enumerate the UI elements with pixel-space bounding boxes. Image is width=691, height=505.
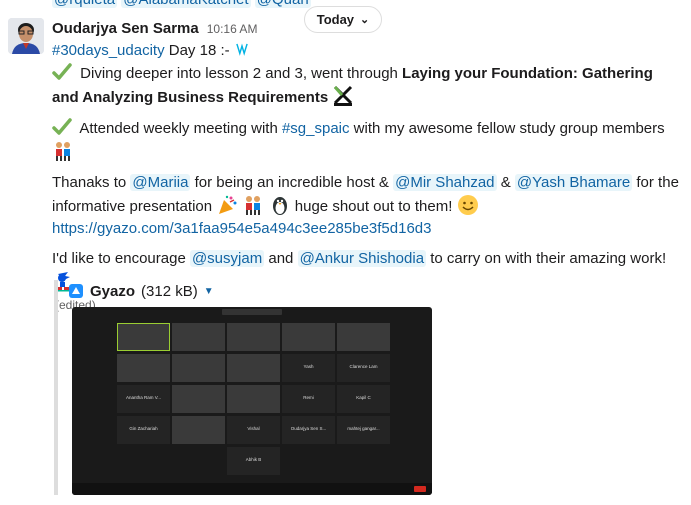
message-header: Oudarjya Sen Sarma 10:16 AM bbox=[52, 18, 682, 40]
gyazo-link[interactable]: https://gyazo.com/3a1faa954e5a494c3ee285… bbox=[52, 220, 431, 237]
video-tile bbox=[172, 354, 225, 382]
message-text: to carry on with their amazing work! bbox=[426, 250, 667, 267]
message-text: Attended weekly meeting with bbox=[76, 120, 282, 137]
end-meeting-button bbox=[414, 486, 426, 492]
video-tile bbox=[227, 354, 280, 382]
nanodegree-x-icon bbox=[332, 85, 355, 107]
message-line: Thanaks to @Mariia for being an incredib… bbox=[52, 172, 682, 240]
message-text: with my awesome fellow study group membe… bbox=[349, 120, 665, 137]
attachment-name[interactable]: Gyazo bbox=[90, 283, 135, 300]
message-text: Diving deeper into lesson 2 and 3, went … bbox=[76, 65, 403, 82]
mention[interactable]: @Yash Bhamare bbox=[514, 174, 633, 191]
participant-tile: Anantha Ram V... bbox=[117, 385, 170, 413]
smiling-face-icon bbox=[457, 195, 478, 215]
participant-tile: Oudarjya Sen S... bbox=[282, 416, 335, 444]
attachment-size: (312 kB) bbox=[141, 282, 198, 300]
timestamp[interactable]: 10:16 AM bbox=[207, 18, 258, 40]
attachment-image[interactable]: Yash Clarence Lam Anantha Ram V... Remi … bbox=[72, 307, 432, 495]
message-text: huge shout out to them! bbox=[290, 198, 457, 215]
previous-message-fragment: @rquieta @AlabamaKatchet @Quan bbox=[52, 0, 311, 8]
attachment-header[interactable]: Gyazo (312 kB) ▼ bbox=[68, 280, 434, 302]
video-tile bbox=[172, 416, 225, 444]
message-text: Day 18 :- bbox=[164, 42, 234, 59]
participant-tile: Yash bbox=[282, 354, 335, 382]
mention[interactable]: @Ankur Shishodia bbox=[297, 250, 427, 267]
zoom-toolbar bbox=[72, 483, 432, 495]
mention[interactable]: @Quan bbox=[254, 0, 311, 8]
check-mark-icon bbox=[52, 118, 72, 135]
avatar[interactable] bbox=[8, 18, 44, 54]
video-tile bbox=[117, 323, 170, 351]
video-tile bbox=[172, 323, 225, 351]
message-text: I'd like to encourage bbox=[52, 250, 190, 267]
participant-tile: Gin Zachariah bbox=[117, 416, 170, 444]
message-text: and bbox=[264, 250, 298, 267]
people-icon bbox=[56, 142, 70, 161]
message-line: Attended weekly meeting with #sg_spaic w… bbox=[52, 117, 682, 164]
gyazo-icon bbox=[69, 284, 83, 298]
sender-name[interactable]: Oudarjya Sen Sarma bbox=[52, 18, 199, 40]
mention[interactable]: @AlabamaKatchet bbox=[121, 0, 251, 8]
mention[interactable]: @Mir Shahzad bbox=[393, 174, 497, 191]
participant-tile: mahtej gangar... bbox=[337, 416, 390, 444]
message-text: for being an incredible host & bbox=[190, 174, 394, 191]
video-tile bbox=[227, 323, 280, 351]
participant-tile: Remi bbox=[282, 385, 335, 413]
video-tile bbox=[337, 323, 390, 351]
video-tile bbox=[282, 323, 335, 351]
message-line: #30days_udacity Day 18 :- bbox=[52, 40, 682, 62]
message-text: & bbox=[496, 174, 515, 191]
participant-tile: Vishal bbox=[227, 416, 280, 444]
message-line: Diving deeper into lesson 2 and 3, went … bbox=[52, 62, 682, 109]
zoom-title-bar bbox=[222, 309, 282, 315]
mention[interactable]: @susyjam bbox=[189, 250, 265, 267]
participant-tile: Kapil C bbox=[337, 385, 390, 413]
video-tile bbox=[172, 385, 225, 413]
message: Oudarjya Sen Sarma 10:16 AM #30days_udac… bbox=[52, 18, 682, 316]
party-popper-icon bbox=[219, 195, 237, 214]
mention[interactable]: @rquieta bbox=[52, 0, 118, 8]
participant-tile: Clarence Lam bbox=[337, 354, 390, 382]
hashtag-link[interactable]: #sg_spaic bbox=[282, 120, 350, 137]
video-tile bbox=[117, 354, 170, 382]
caret-down-icon[interactable]: ▼ bbox=[204, 286, 214, 297]
hashtag-link[interactable]: #30days_udacity bbox=[52, 42, 165, 59]
message-text: Thanaks to bbox=[52, 174, 131, 191]
penguin-icon bbox=[272, 197, 287, 215]
attachment: Gyazo (312 kB) ▼ Yash Clarence Lam Anant… bbox=[54, 280, 434, 495]
people-icon bbox=[246, 196, 261, 215]
video-tile bbox=[227, 385, 280, 413]
check-mark-icon bbox=[52, 63, 72, 80]
udacity-icon bbox=[236, 43, 248, 56]
participant-tile: Abhik B bbox=[227, 447, 280, 475]
mention[interactable]: @Mariia bbox=[130, 174, 191, 191]
